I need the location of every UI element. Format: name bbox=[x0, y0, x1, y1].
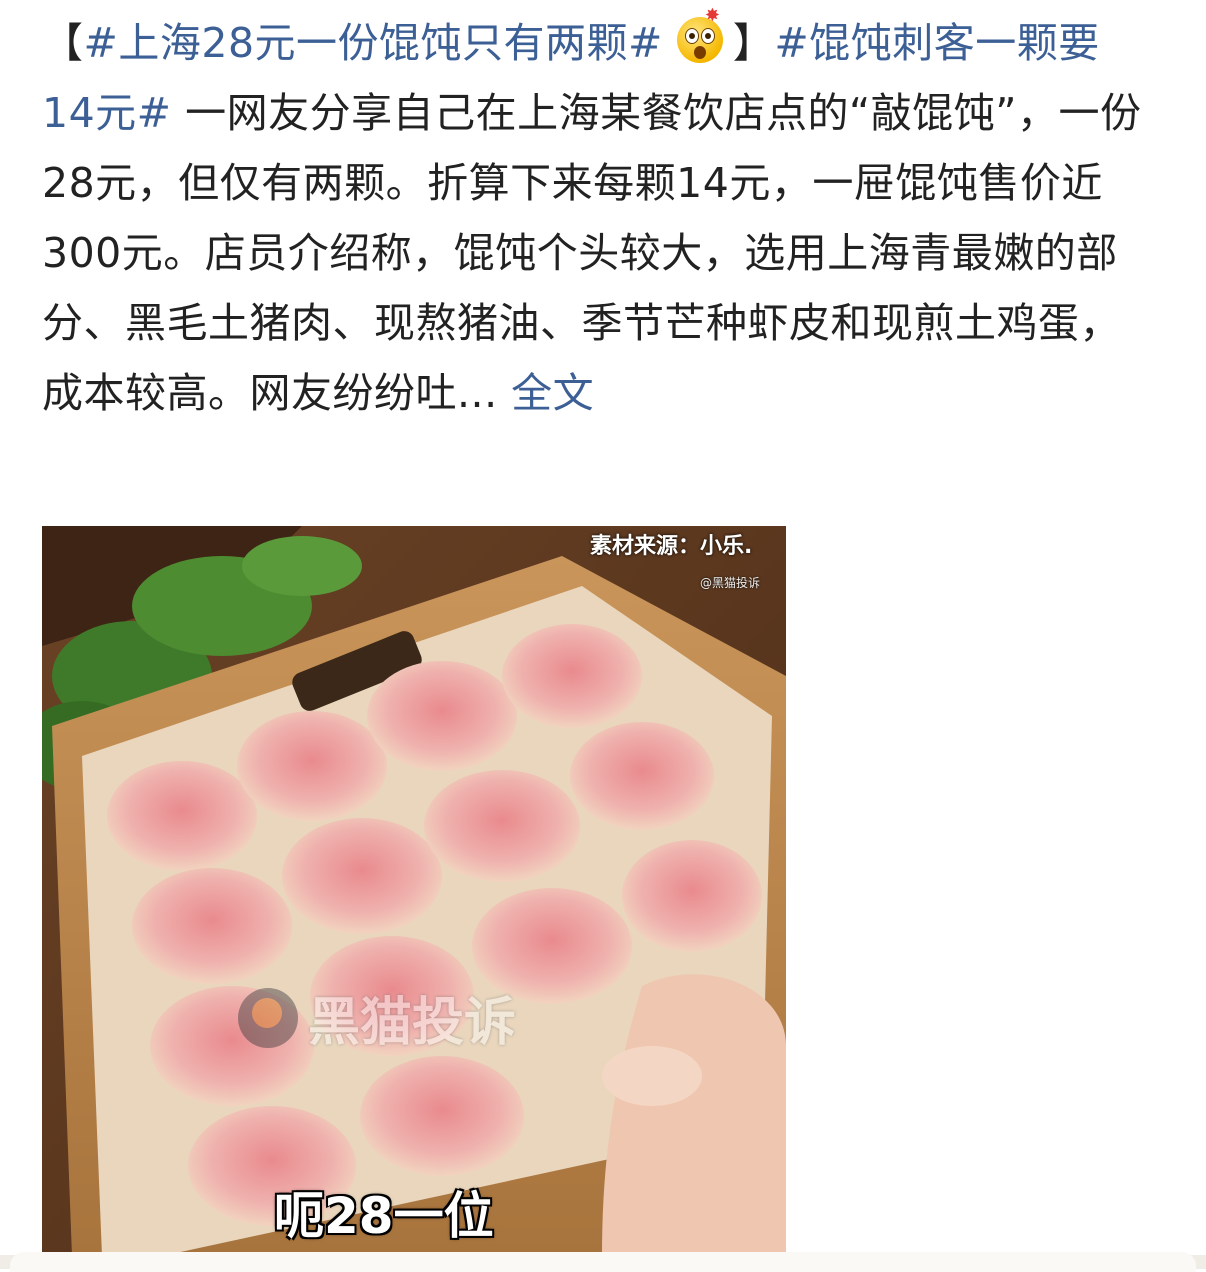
small-watermark: @黑猫投诉 bbox=[700, 576, 761, 590]
source-caption: 素材来源：小乐. bbox=[590, 534, 753, 559]
lead-bracket-open: 【 bbox=[42, 19, 84, 67]
hashtag-link[interactable]: #上海28元一份馄饨只有两颗# bbox=[84, 19, 663, 67]
bottom-card-edge bbox=[10, 1252, 1196, 1272]
post-image[interactable]: 素材来源：小乐. @黑猫投诉 黑猫投诉 呃28一位 bbox=[42, 526, 786, 1256]
watermark: 黑猫投诉 bbox=[238, 980, 516, 1055]
astonished-face-icon: ✸ bbox=[676, 7, 723, 63]
post-body: 一网友分享自己在上海某餐饮店点的“敲馄饨”，一份28元，但仅有两颗。折算下来每颗… bbox=[42, 89, 1142, 417]
full-text-link[interactable]: 全文 bbox=[511, 369, 594, 417]
watermark-text: 黑猫投诉 bbox=[308, 993, 517, 1053]
video-subtitle: 呃28一位 bbox=[274, 1187, 494, 1245]
post-text: 【#上海28元一份馄饨只有两颗# ✸ 】#馄饨刺客一颗要14元# 一网友分享自己在上… bbox=[42, 7, 1152, 428]
drawer-photo bbox=[42, 526, 786, 1256]
lead-bracket-close: 】 bbox=[732, 19, 775, 67]
heimao-logo-icon bbox=[238, 987, 298, 1048]
